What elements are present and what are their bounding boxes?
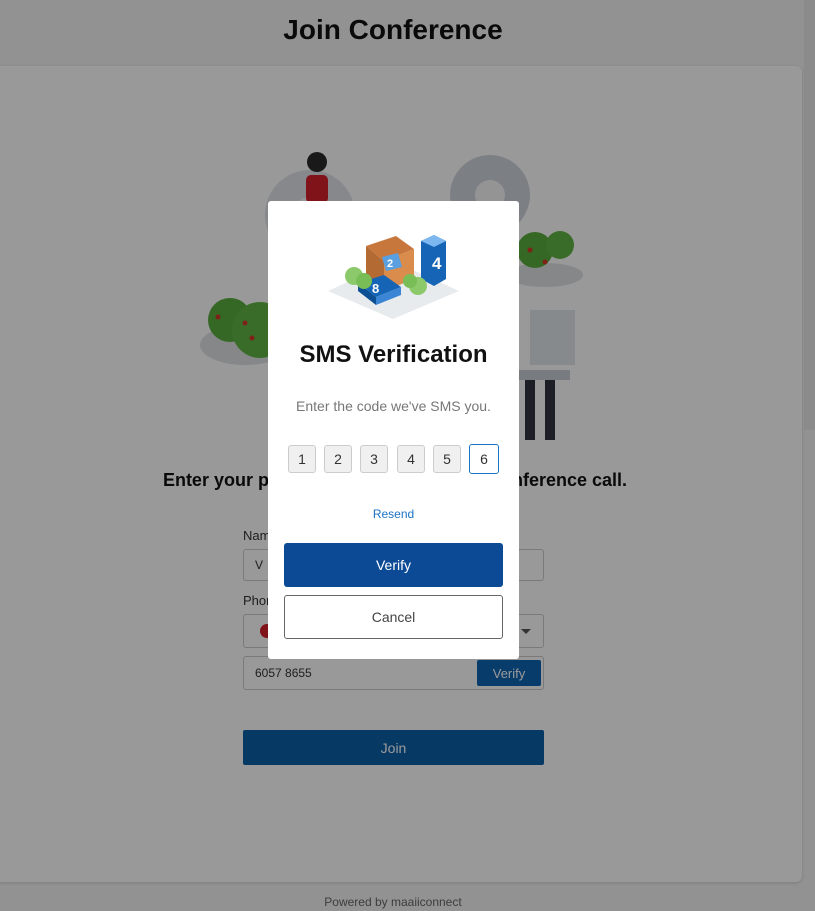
cancel-button[interactable]: Cancel (284, 595, 503, 639)
modal-subtitle: Enter the code we've SMS you. (296, 398, 491, 414)
code-digit-input[interactable]: 5 (433, 445, 461, 473)
resend-link[interactable]: Resend (268, 507, 519, 521)
code-boxes-illustration: 4 8 2 (328, 235, 459, 319)
code-digit-input[interactable]: 3 (360, 445, 388, 473)
code-digit-input[interactable]: 4 (397, 445, 425, 473)
verify-button[interactable]: Verify (284, 543, 503, 587)
modal-title: SMS Verification (299, 341, 488, 368)
code-digit-input[interactable]: 2 (324, 445, 352, 473)
code-digit-input-active[interactable]: 6 (469, 444, 499, 474)
cube-number-4: 4 (432, 254, 442, 273)
cube-number-8: 8 (372, 281, 379, 296)
code-digit-input[interactable]: 1 (288, 445, 316, 473)
cube-number-2: 2 (387, 258, 393, 270)
sms-verification-dialog: 4 8 2 SMS Verification Enter the code we… (268, 201, 519, 659)
code-input-row: 1 2 3 4 5 6 (288, 444, 499, 475)
